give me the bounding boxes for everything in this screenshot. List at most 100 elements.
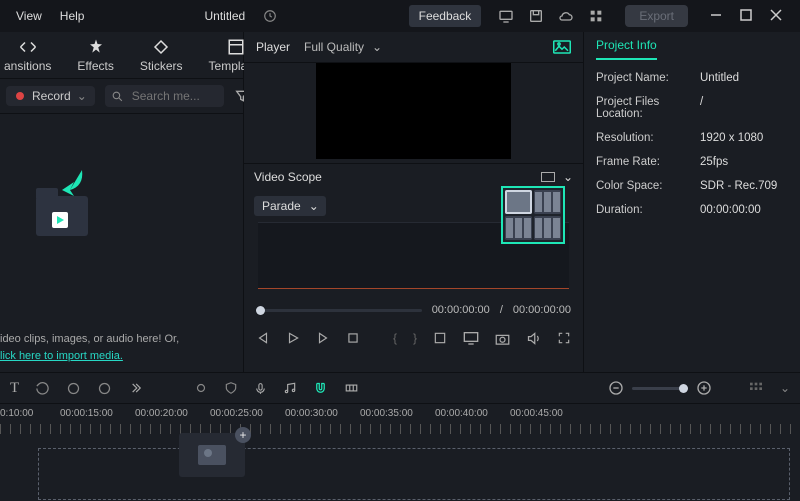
menu-view[interactable]: View bbox=[16, 9, 42, 23]
play-icon[interactable] bbox=[286, 331, 300, 345]
chevron-down-icon[interactable]: ⌄ bbox=[780, 381, 790, 395]
chevron-down-icon: ⌄ bbox=[372, 40, 382, 54]
split-icon[interactable] bbox=[97, 381, 112, 396]
quality-label: Full Quality bbox=[304, 40, 364, 54]
record-label: Record bbox=[32, 89, 71, 103]
ruler-tick: 00:00:25:00 bbox=[210, 408, 263, 419]
search-field[interactable] bbox=[130, 88, 218, 104]
tab-effects[interactable]: Effects bbox=[77, 38, 113, 73]
placeholder-clip[interactable]: + bbox=[179, 433, 245, 477]
redo-icon[interactable] bbox=[66, 381, 81, 396]
project-info-header: Project Info bbox=[584, 32, 800, 66]
scope-mode-select[interactable]: Parade ⌄ bbox=[254, 196, 326, 216]
ruler-tick: 0:10:00 bbox=[0, 408, 33, 419]
search-icon bbox=[111, 90, 124, 103]
library-body[interactable]: ideo clips, images, or audio here! Or, l… bbox=[0, 114, 243, 372]
grid-icon[interactable] bbox=[587, 7, 605, 25]
volume-icon[interactable] bbox=[526, 331, 541, 346]
tab-stickers[interactable]: Stickers bbox=[140, 38, 183, 73]
chevron-down-icon[interactable]: ⌄ bbox=[563, 170, 573, 184]
info-value: Untitled bbox=[700, 72, 739, 84]
transport-bar: 00:00:00:00 / 00:00:00:00 bbox=[244, 296, 583, 324]
zoom-knob[interactable] bbox=[679, 384, 688, 393]
scope-preset-3[interactable] bbox=[505, 216, 532, 240]
project-info-panel: Project Info Project Name:Untitled Projec… bbox=[583, 32, 800, 372]
player-label: Player bbox=[256, 40, 290, 54]
project-info-title: Project Info bbox=[596, 38, 657, 60]
mark-in-icon[interactable]: { bbox=[393, 331, 397, 345]
picture-icon[interactable] bbox=[553, 40, 571, 54]
timecode-sep: / bbox=[500, 304, 503, 316]
timeline-dropzone[interactable]: + bbox=[38, 448, 790, 500]
ruler-marks bbox=[0, 424, 800, 434]
player-panel: Player Full Quality ⌄ Video Scope ⌄ Para… bbox=[244, 32, 583, 372]
preview-stage[interactable] bbox=[316, 63, 511, 159]
history-icon[interactable] bbox=[261, 7, 279, 25]
mark-out-icon[interactable]: } bbox=[413, 331, 417, 345]
library-toolbar: Record ⌄ ••• bbox=[0, 79, 243, 114]
info-key: Project Name: bbox=[596, 72, 700, 84]
zoom-out-icon[interactable] bbox=[608, 380, 624, 396]
shield-icon[interactable] bbox=[224, 381, 238, 395]
scope-preset-1[interactable] bbox=[505, 190, 532, 214]
tab-effects-label: Effects bbox=[77, 59, 113, 73]
info-value: SDR - Rec.709 bbox=[700, 180, 777, 192]
scope-preset-2[interactable] bbox=[534, 190, 561, 214]
app-menu: View Help bbox=[16, 9, 84, 23]
marker-icon[interactable] bbox=[194, 381, 208, 395]
player-header: Player Full Quality ⌄ bbox=[244, 32, 583, 63]
magnet-icon[interactable] bbox=[313, 381, 328, 396]
display-icon[interactable] bbox=[497, 7, 515, 25]
feedback-button[interactable]: Feedback bbox=[409, 5, 482, 27]
ruler-tick: 00:00:30:00 bbox=[285, 408, 338, 419]
mic-icon[interactable] bbox=[254, 381, 267, 396]
tab-transitions-label: ansitions bbox=[4, 59, 51, 73]
fullscreen-icon[interactable] bbox=[557, 331, 571, 345]
tab-transitions[interactable]: ansitions bbox=[4, 38, 51, 73]
crop-icon[interactable] bbox=[433, 331, 447, 345]
music-icon[interactable] bbox=[283, 381, 297, 395]
timeline-panel: T ⌄ 0:10:0000:00:15:0000:00:20:0000:00:2… bbox=[0, 372, 800, 501]
zoom-in-icon[interactable] bbox=[696, 380, 712, 396]
track-options-icon[interactable] bbox=[748, 380, 764, 396]
timeline-toolbar: T ⌄ bbox=[0, 373, 800, 403]
record-button[interactable]: Record ⌄ bbox=[6, 86, 95, 106]
link-icon[interactable] bbox=[344, 381, 359, 395]
snapshot-icon[interactable] bbox=[495, 332, 510, 345]
next-frame-icon[interactable] bbox=[316, 331, 330, 345]
text-tool-icon[interactable]: T bbox=[10, 380, 19, 397]
search-input[interactable] bbox=[105, 85, 224, 107]
chevron-down-icon: ⌄ bbox=[77, 89, 87, 103]
player-controls: { } bbox=[244, 324, 583, 352]
cloud-icon[interactable] bbox=[557, 7, 575, 25]
scrub-bar[interactable] bbox=[256, 309, 422, 312]
zoom-slider[interactable] bbox=[632, 387, 688, 390]
save-icon[interactable] bbox=[527, 7, 545, 25]
info-value: / bbox=[700, 96, 703, 120]
export-button[interactable]: Export bbox=[625, 5, 688, 27]
info-key: Duration: bbox=[596, 204, 700, 216]
minimize-icon[interactable] bbox=[710, 9, 724, 23]
timeline-ruler[interactable]: 0:10:0000:00:15:0000:00:20:0000:00:25:00… bbox=[0, 403, 800, 434]
title-bar: View Help Untitled Feedback Export bbox=[0, 0, 800, 32]
scrub-knob[interactable] bbox=[256, 306, 265, 315]
stop-icon[interactable] bbox=[346, 331, 360, 345]
add-clip-icon[interactable]: + bbox=[235, 427, 251, 443]
import-link[interactable]: lick here to import media. bbox=[0, 350, 123, 362]
monitor-icon[interactable] bbox=[463, 331, 479, 345]
more-tools-icon[interactable] bbox=[128, 381, 142, 395]
scope-layout-icon[interactable] bbox=[541, 172, 555, 182]
info-row: Project Files Location:/ bbox=[584, 90, 800, 126]
info-key: Frame Rate: bbox=[596, 156, 700, 168]
undo-icon[interactable] bbox=[35, 381, 50, 396]
prev-frame-icon[interactable] bbox=[256, 331, 270, 345]
info-row: Frame Rate:25fps bbox=[584, 150, 800, 174]
quality-select[interactable]: Full Quality ⌄ bbox=[304, 40, 382, 54]
info-value: 1920 x 1080 bbox=[700, 132, 763, 144]
menu-help[interactable]: Help bbox=[60, 9, 85, 23]
maximize-icon[interactable] bbox=[740, 9, 754, 23]
scope-preset-4[interactable] bbox=[534, 216, 561, 240]
timeline-tracks[interactable]: + bbox=[0, 434, 800, 501]
library-panel: ansitions Effects Stickers Templates Rec… bbox=[0, 32, 244, 372]
close-icon[interactable] bbox=[770, 9, 784, 23]
